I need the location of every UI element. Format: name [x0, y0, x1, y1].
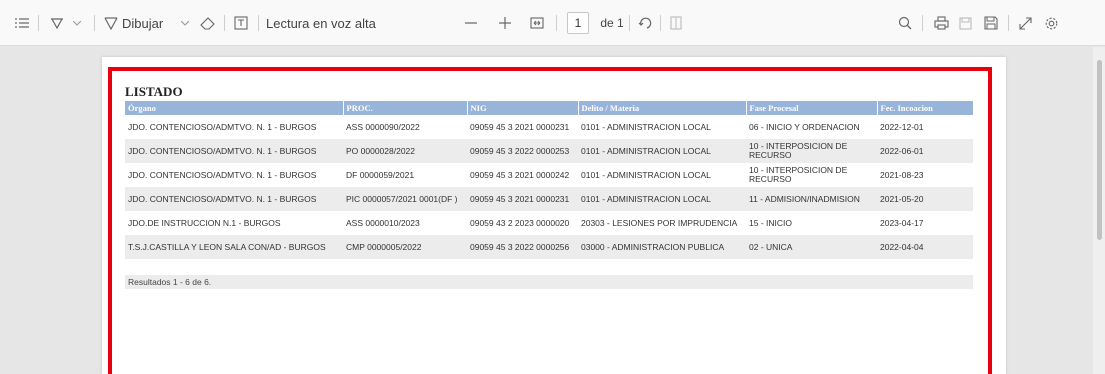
- search-icon[interactable]: [894, 0, 916, 46]
- read-aloud-button[interactable]: Lectura en voz alta: [266, 0, 386, 46]
- read-aloud-label: Lectura en voz alta: [266, 15, 376, 31]
- page-count-label: de 1: [600, 16, 624, 30]
- draw-icon[interactable]: [100, 0, 122, 46]
- toolbar-divider: [94, 15, 95, 31]
- gear-icon[interactable]: [1040, 0, 1062, 46]
- draw-label: Dibujar: [122, 15, 164, 31]
- draw-button[interactable]: Dibujar: [122, 0, 178, 46]
- toolbar-divider: [556, 15, 557, 31]
- fit-page-icon[interactable]: [526, 0, 548, 46]
- pdf-toolbar: Dibujar Lectura en voz alta 1 de 1: [0, 0, 1105, 46]
- chevron-down-icon[interactable]: [70, 0, 84, 46]
- toolbar-divider: [629, 15, 630, 31]
- chevron-down-icon[interactable]: [178, 0, 192, 46]
- highlight-icon[interactable]: [46, 0, 68, 46]
- rotate-icon[interactable]: [634, 0, 656, 46]
- text-box-icon[interactable]: [230, 0, 252, 46]
- page-number-input[interactable]: 1: [567, 12, 589, 34]
- page-count: de 1: [597, 0, 627, 46]
- table-of-contents-icon[interactable]: [12, 0, 32, 46]
- toolbar-divider: [1008, 15, 1009, 31]
- toolbar-divider: [660, 15, 661, 31]
- zoom-in-icon[interactable]: [496, 0, 514, 46]
- zoom-out-icon[interactable]: [462, 0, 480, 46]
- fullscreen-icon[interactable]: [1014, 0, 1036, 46]
- print-icon[interactable]: [930, 0, 952, 46]
- toolbar-divider: [38, 15, 39, 31]
- page-view-icon[interactable]: [666, 0, 686, 46]
- save-as-icon[interactable]: [954, 0, 976, 46]
- scrollbar-thumb[interactable]: [1097, 60, 1102, 240]
- eraser-icon[interactable]: [196, 0, 218, 46]
- save-icon[interactable]: [980, 0, 1002, 46]
- toolbar-divider: [258, 15, 259, 31]
- selection-highlight-box: [108, 67, 992, 374]
- toolbar-divider: [922, 15, 923, 31]
- toolbar-divider: [224, 15, 225, 31]
